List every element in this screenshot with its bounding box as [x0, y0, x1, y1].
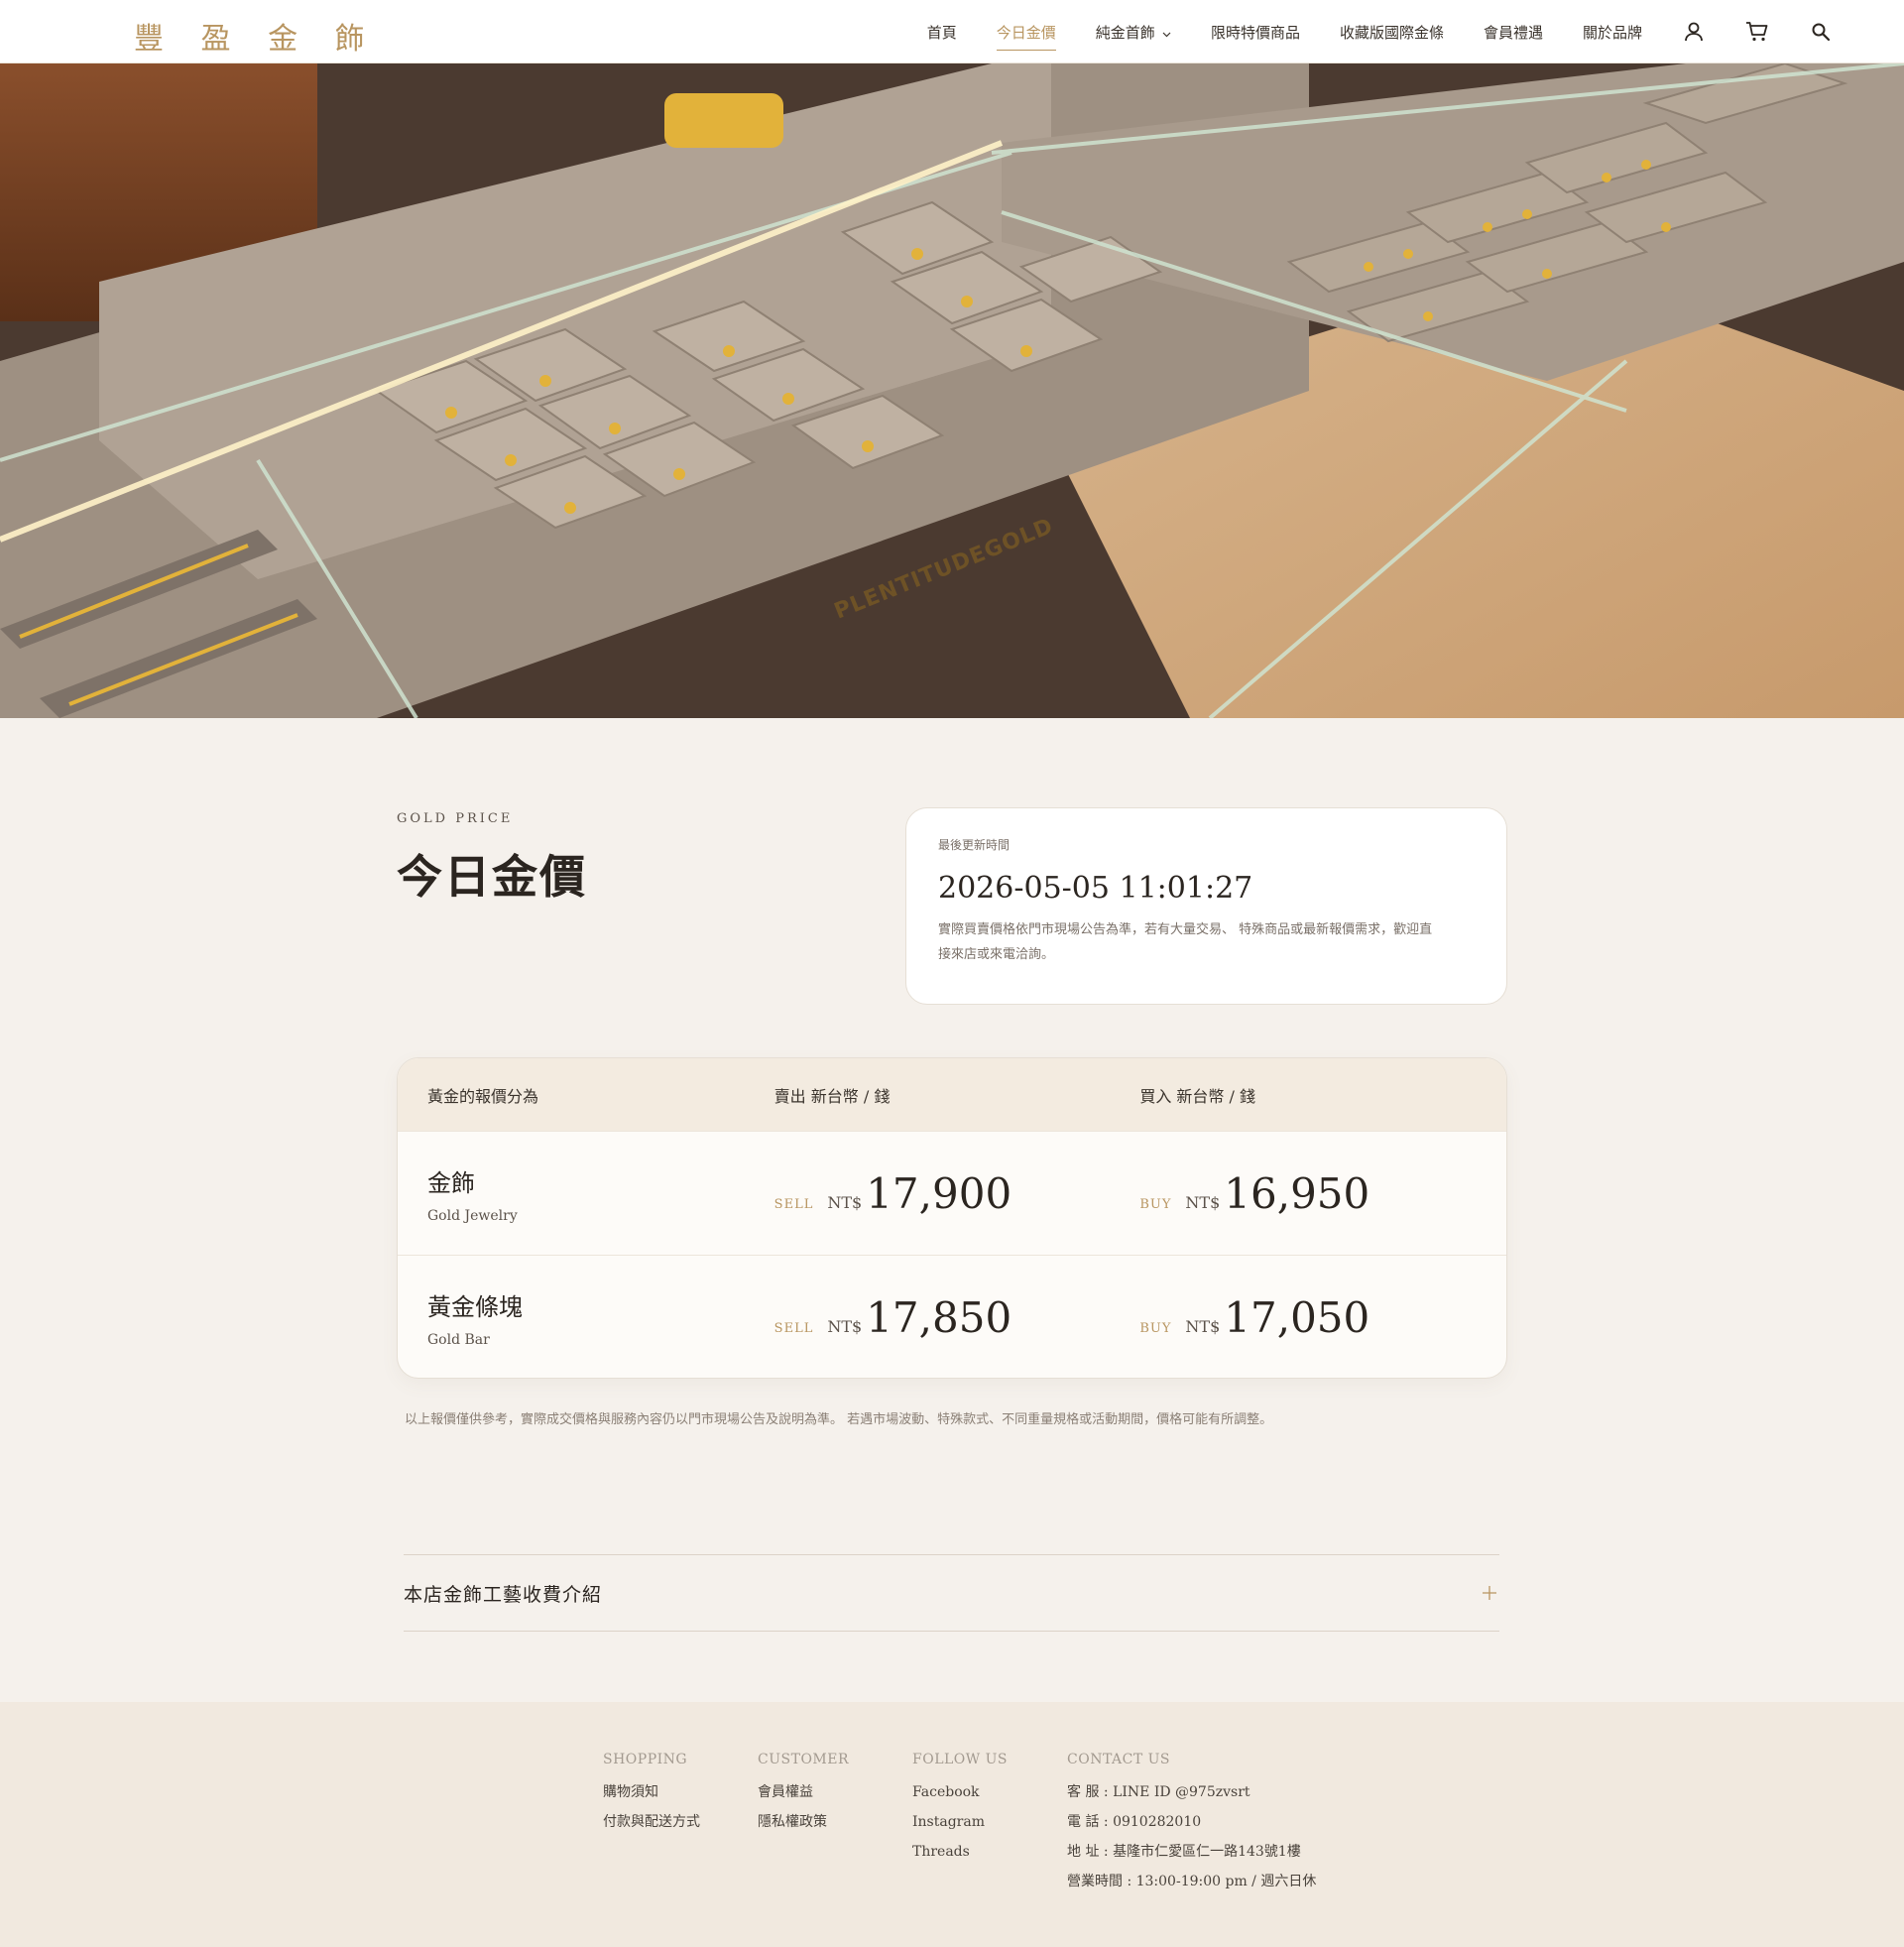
- table-header: 黃金的報價分為 賣出 新台幣 / 錢 買入 新台幣 / 錢: [398, 1058, 1506, 1131]
- sell-tag: SELL: [774, 1320, 814, 1336]
- currency: NT$: [1185, 1192, 1221, 1212]
- footer-link-instagram[interactable]: Instagram: [912, 1807, 1008, 1837]
- site-header: 豐 盈 金 飾 首頁 今日金價 純金首飾 限時特價商品 收藏版國際金條 會員禮遇…: [0, 0, 1904, 63]
- header-sell: 賣出 新台幣 / 錢: [774, 1086, 891, 1106]
- nav-member[interactable]: 會員禮遇: [1484, 18, 1543, 47]
- contact-hours: 營業時間 : 13:00-19:00 pm / 週六日休: [1067, 1874, 1317, 1889]
- accordion-title: 本店金飾工藝收費介紹: [404, 1583, 603, 1606]
- footer-customer: CUSTOMER 會員權益 隱私權政策: [758, 1752, 849, 1837]
- cart-icon[interactable]: [1745, 20, 1769, 44]
- user-icon[interactable]: [1682, 20, 1706, 44]
- footer-link[interactable]: 會員權益: [758, 1777, 849, 1807]
- craft-fee-accordion[interactable]: 本店金飾工藝收費介紹: [404, 1554, 1499, 1632]
- last-updated-note: 實際買賣價格依門市現場公告為準，若有大量交易、 特殊商品或最新報價需求，歡迎直 …: [938, 917, 1475, 967]
- hero-image: PLENTITUDEGOLD: [0, 63, 1904, 718]
- table-row: 黃金條塊 Gold Bar SELL NT$ 17,850 BUY NT$ 17…: [398, 1255, 1506, 1378]
- last-updated-time: 2026-05-05 11:01:27: [938, 871, 1253, 906]
- currency: NT$: [827, 1192, 863, 1212]
- footer-link-threads[interactable]: Threads: [912, 1837, 1008, 1867]
- buy-tag: BUY: [1139, 1320, 1172, 1336]
- currency: NT$: [1185, 1316, 1221, 1336]
- last-updated-label: 最後更新時間: [938, 838, 1011, 852]
- page-title: 今日金價: [397, 850, 587, 904]
- footer-shopping: SHOPPING 購物須知 付款與配送方式: [603, 1752, 700, 1837]
- buy-tag: BUY: [1139, 1196, 1172, 1212]
- footer-heading: CONTACT US: [1067, 1752, 1171, 1767]
- nav-about[interactable]: 關於品牌: [1583, 18, 1642, 47]
- footer-heading: CUSTOMER: [758, 1752, 850, 1767]
- nav-sale[interactable]: 限時特價商品: [1211, 18, 1300, 47]
- row-name-cell: 金飾 Gold Jewelry: [398, 1163, 774, 1224]
- plus-icon[interactable]: [1482, 1578, 1497, 1608]
- row-name-cell: 黃金條塊 Gold Bar: [398, 1287, 774, 1348]
- contact-phone: 電 話 : 0910282010: [1067, 1814, 1202, 1830]
- nav-gold-bars[interactable]: 收藏版國際金條: [1340, 18, 1444, 47]
- last-updated-note-line: 實際買賣價格依門市現場公告為準，若有大量交易、 特殊商品或最新報價需求，歡迎直: [938, 922, 1433, 937]
- footer-heading: SHOPPING: [603, 1752, 688, 1767]
- buy-amount: 17,050: [1224, 1292, 1370, 1342]
- product-name-en: Gold Jewelry: [427, 1207, 518, 1224]
- gold-price-table: 黃金的報價分為 賣出 新台幣 / 錢 買入 新台幣 / 錢 金飾 Gold Je…: [397, 1057, 1507, 1379]
- currency: NT$: [827, 1316, 863, 1336]
- buy-price: BUY NT$ 17,050: [1139, 1293, 1506, 1342]
- nav-jewelry-label: 純金首飾: [1095, 23, 1155, 42]
- sell-price: SELL NT$ 17,850: [774, 1293, 1140, 1342]
- brand-logo[interactable]: 豐 盈 金 飾: [134, 14, 379, 58]
- footer-heading: FOLLOW US: [912, 1752, 1008, 1767]
- product-name-en: Gold Bar: [427, 1331, 490, 1348]
- buy-price: BUY NT$ 16,950: [1139, 1169, 1506, 1218]
- nav-jewelry[interactable]: 純金首飾: [1096, 18, 1171, 47]
- main-nav: 首頁 今日金價 純金首飾 限時特價商品 收藏版國際金條 會員禮遇 關於品牌: [927, 0, 1904, 63]
- jewelry-display-illustration: PLENTITUDEGOLD: [0, 63, 1904, 718]
- footer-link-facebook[interactable]: Facebook: [912, 1777, 1008, 1807]
- section-eyebrow: GOLD PRICE: [397, 811, 514, 826]
- header-category: 黃金的報價分為: [427, 1086, 539, 1106]
- sell-tag: SELL: [774, 1196, 814, 1212]
- footer-contact: CONTACT US 客 服 : LINE ID @975zvsrt 電 話 :…: [1067, 1752, 1316, 1896]
- contact-address: 地 址 : 基隆市仁愛區仁一路143號1樓: [1067, 1844, 1301, 1860]
- nav-home[interactable]: 首頁: [927, 18, 957, 47]
- sell-price: SELL NT$ 17,900: [774, 1169, 1140, 1218]
- sell-amount: 17,850: [866, 1292, 1012, 1342]
- last-updated-note-line: 接來店或來電洽詢。: [938, 947, 1055, 962]
- contact-line: 客 服 : LINE ID @975zvsrt: [1067, 1784, 1250, 1800]
- site-footer: SHOPPING 購物須知 付款與配送方式 CUSTOMER 會員權益 隱私權政…: [0, 1702, 1904, 1947]
- footer-link[interactable]: 付款與配送方式: [603, 1807, 700, 1837]
- table-row: 金飾 Gold Jewelry SELL NT$ 17,900 BUY NT$ …: [398, 1131, 1506, 1255]
- chevron-down-icon: [1159, 30, 1171, 41]
- price-disclaimer: 以上報價僅供參考，實際成交價格與服務內容仍以門市現場公告及說明為準。 若遇市場波…: [405, 1412, 1273, 1427]
- search-icon[interactable]: [1809, 20, 1833, 44]
- nav-gold-price[interactable]: 今日金價: [996, 18, 1056, 51]
- product-name: 黃金條塊: [427, 1292, 523, 1321]
- sell-amount: 17,900: [866, 1168, 1012, 1218]
- header-buy: 買入 新台幣 / 錢: [1139, 1086, 1255, 1106]
- footer-follow: FOLLOW US Facebook Instagram Threads: [912, 1752, 1008, 1867]
- buy-amount: 16,950: [1224, 1168, 1370, 1218]
- product-name: 金飾: [427, 1168, 475, 1197]
- last-updated-card: 最後更新時間 2026-05-05 11:01:27 實際買賣價格依門市現場公告…: [905, 807, 1507, 1005]
- footer-link[interactable]: 購物須知: [603, 1777, 700, 1807]
- footer-link[interactable]: 隱私權政策: [758, 1807, 849, 1837]
